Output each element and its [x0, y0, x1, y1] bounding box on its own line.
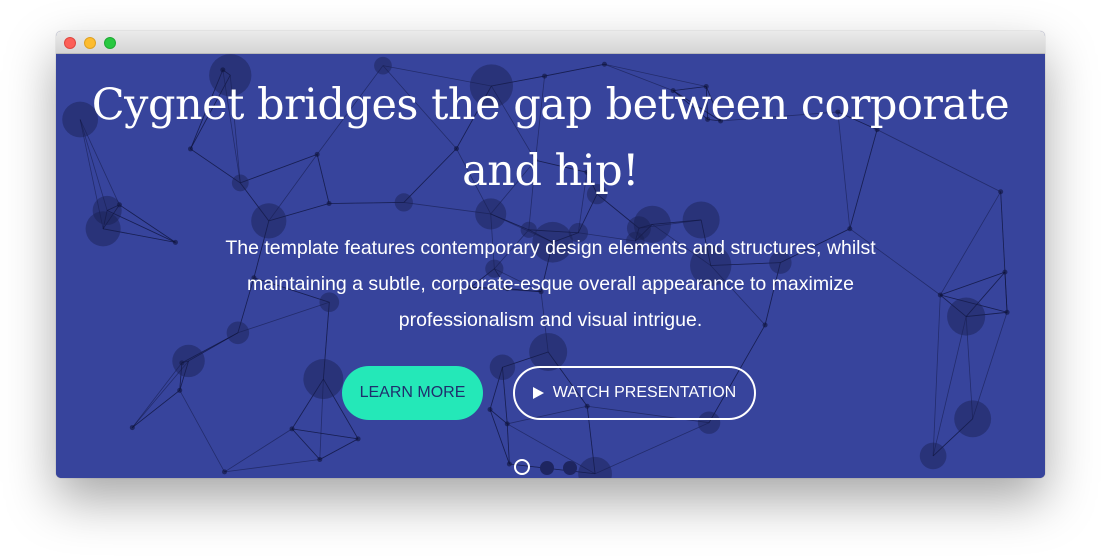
- window-titlebar: [56, 31, 1045, 54]
- subtitle-line-2: maintaining a subtle, corporate-esque ov…: [246, 273, 854, 295]
- slide-indicator-2[interactable]: [540, 461, 554, 475]
- slide-indicator-3[interactable]: [563, 461, 577, 475]
- browser-window: Cygnet bridges the gap between corporate…: [56, 31, 1045, 478]
- watch-presentation-label: WATCH PRESENTATION: [552, 384, 737, 401]
- headline-line-2: and hip!: [462, 146, 639, 196]
- learn-more-label: LEARN MORE: [359, 384, 466, 401]
- watch-presentation-button[interactable]: WATCH PRESENTATION: [513, 366, 756, 420]
- minimize-icon[interactable]: [84, 37, 96, 49]
- hero-subtitle: The template features contemporary desig…: [186, 230, 915, 338]
- close-icon[interactable]: [64, 37, 76, 49]
- play-icon: [532, 387, 544, 399]
- learn-more-button[interactable]: LEARN MORE: [342, 366, 483, 420]
- headline-line-1: Cygnet bridges the gap between corporate: [91, 80, 1010, 130]
- hero-section: Cygnet bridges the gap between corporate…: [56, 54, 1045, 478]
- subtitle-line-1: The template features contemporary desig…: [225, 237, 876, 259]
- maximize-icon[interactable]: [104, 37, 116, 49]
- subtitle-line-3: professionalism and visual intrigue.: [398, 309, 703, 331]
- hero-headline: Cygnet bridges the gap between corporate…: [56, 72, 1045, 204]
- slide-indicator-1[interactable]: [514, 459, 530, 475]
